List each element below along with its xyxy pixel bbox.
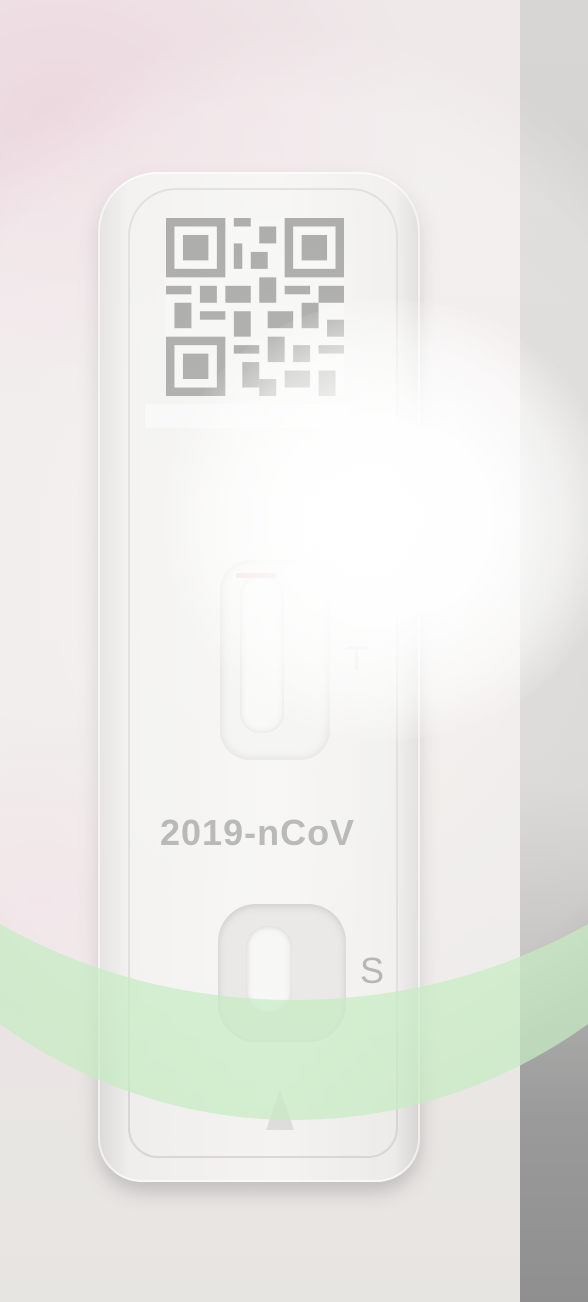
qr-code-icon [166, 218, 344, 396]
label-strip [145, 404, 350, 428]
arrow-up-icon [266, 1090, 294, 1130]
test-line-marker: T [346, 640, 367, 678]
sample-hole [246, 926, 292, 1014]
photo-scene: T 2019-nCoV S [0, 0, 588, 1302]
sample-marker: S [360, 950, 385, 991]
control-line [236, 573, 276, 578]
test-strip [240, 575, 284, 733]
background-right-panel [520, 0, 588, 1302]
brand-label: 2019-nCoV [160, 812, 356, 853]
